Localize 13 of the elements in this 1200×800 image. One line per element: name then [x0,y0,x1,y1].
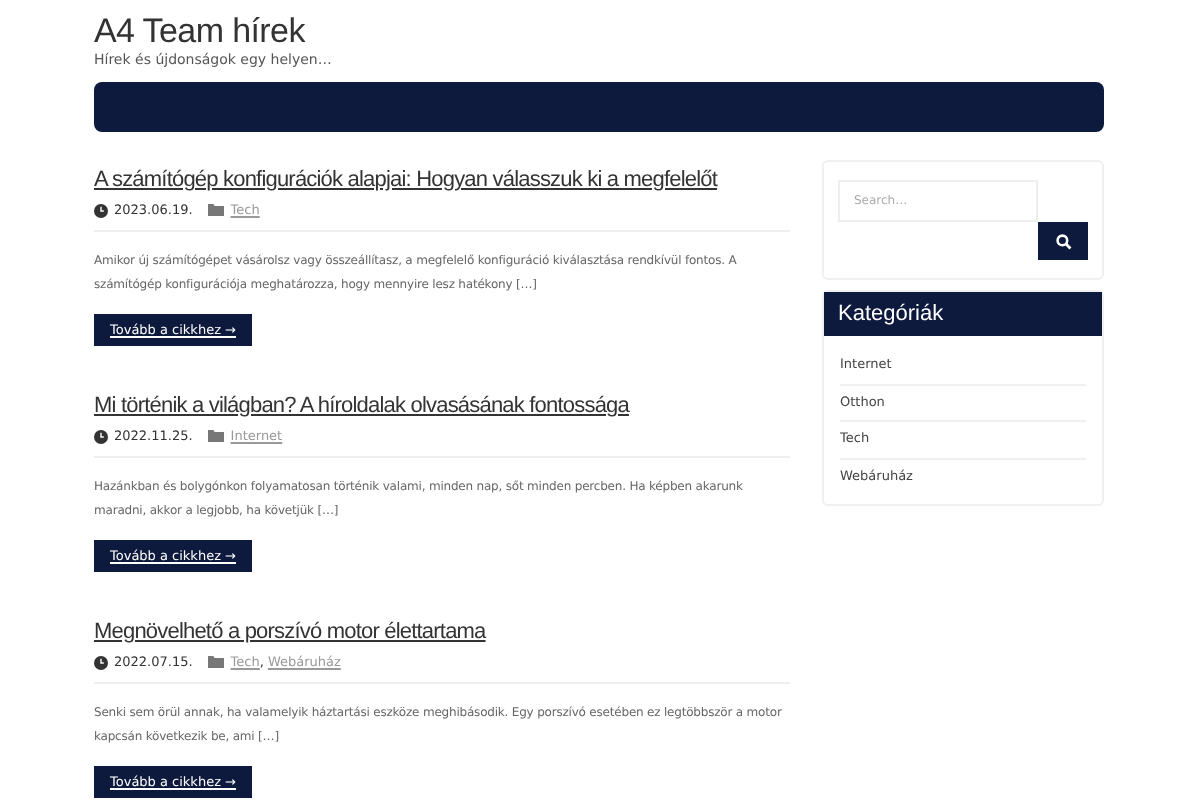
search-button[interactable] [1038,222,1088,260]
folder-icon [208,656,225,668]
post-title-link[interactable]: Mi történik a világban? A híroldalak olvasásának fontossága [94,390,629,422]
clock-icon [94,203,108,217]
widget-title: Kategóriák [824,292,1102,336]
search-icon [1055,233,1071,249]
clock-icon [94,429,108,443]
folder-icon [208,204,225,216]
post-title-link[interactable]: A számítógép konfigurációk alapjai: Hogyan válasszuk ki a megfelelőt [94,164,718,196]
clock-icon [94,655,108,669]
post-title-link[interactable]: Megnövelhető a porszívó motor élettartama [94,616,486,648]
folder-icon [208,430,225,442]
site-title[interactable]: A4 Team hírek [94,12,305,52]
